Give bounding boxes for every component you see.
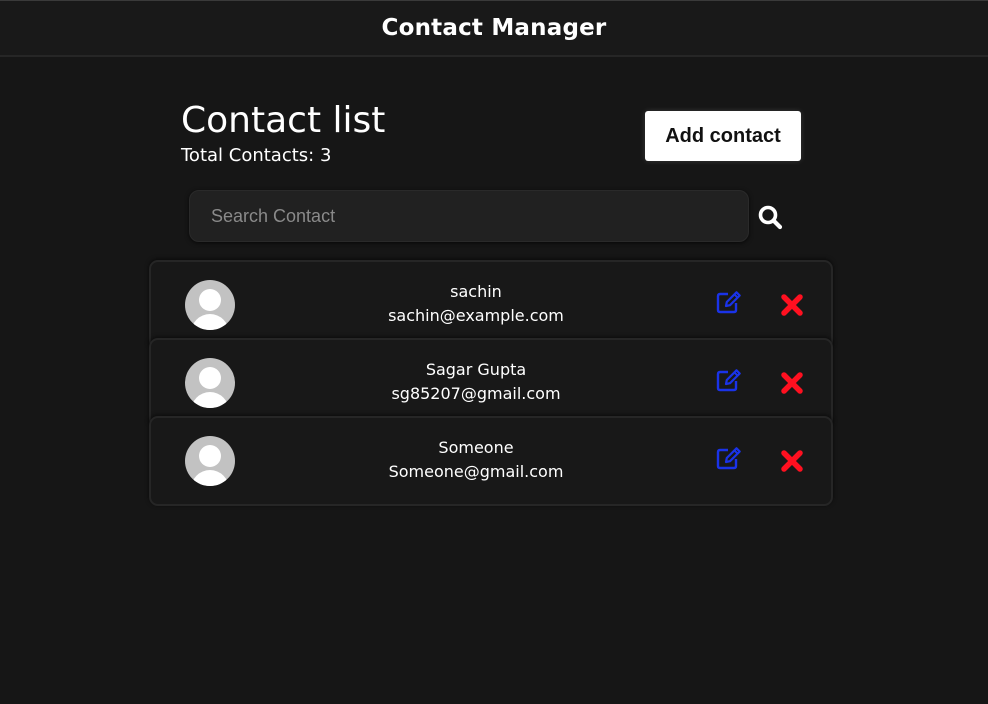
user-avatar-icon (185, 280, 235, 330)
user-avatar-icon (185, 358, 235, 408)
contact-name: Someone (438, 438, 514, 457)
edit-icon[interactable] (716, 446, 742, 470)
search-input[interactable] (189, 190, 749, 242)
delete-icon[interactable] (781, 372, 803, 394)
contact-card: sachin sachin@example.com (149, 260, 833, 350)
contact-info: Someone Someone@gmail.com (351, 436, 601, 484)
top-navbar: Contact Manager (0, 0, 988, 57)
user-avatar-icon (185, 436, 235, 486)
contact-email: Someone@gmail.com (388, 462, 564, 481)
contact-email: sg85207@gmail.com (391, 384, 561, 403)
contact-info: Sagar Gupta sg85207@gmail.com (351, 358, 601, 406)
contact-name: sachin (450, 282, 502, 301)
delete-icon[interactable] (781, 450, 803, 472)
page-title: Contact list (181, 100, 386, 141)
contact-card: Sagar Gupta sg85207@gmail.com (149, 338, 833, 428)
edit-icon[interactable] (716, 368, 742, 392)
total-contacts-count: Total Contacts: 3 (181, 145, 332, 166)
contact-list: sachin sachin@example.com Sagar Gupta sg… (149, 260, 833, 506)
app-title: Contact Manager (381, 15, 607, 41)
contact-name: Sagar Gupta (425, 360, 527, 379)
contact-info: sachin sachin@example.com (351, 280, 601, 328)
delete-icon[interactable] (781, 294, 803, 316)
add-contact-button[interactable]: Add contact (645, 111, 801, 161)
contact-email: sachin@example.com (388, 306, 564, 325)
search-icon[interactable] (756, 203, 784, 231)
edit-icon[interactable] (716, 290, 742, 314)
contact-card: Someone Someone@gmail.com (149, 416, 833, 506)
